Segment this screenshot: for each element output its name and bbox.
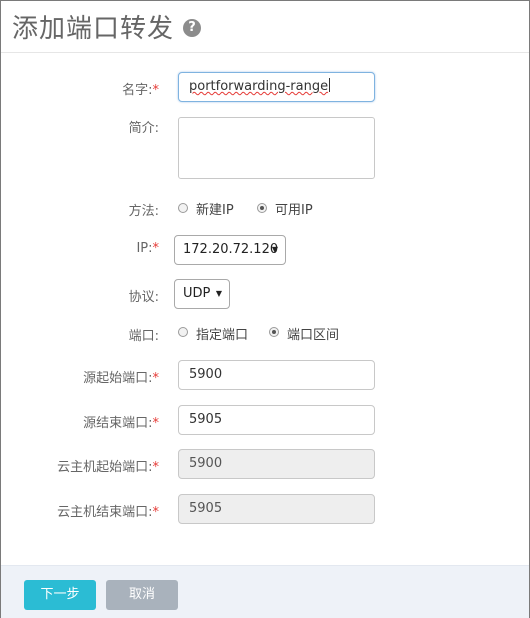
dialog-title: 添加端口转发 [12, 14, 175, 44]
vm-start-port-label: 云主机起始端口:* [57, 460, 159, 475]
method-radio-available-ip[interactable] [257, 203, 267, 213]
name-label: 名字:* [122, 83, 159, 98]
ip-label: IP:* [136, 241, 159, 256]
method-label: 方法: [128, 204, 159, 219]
port-option-range-label[interactable]: 端口区间 [287, 324, 339, 343]
vm-end-port-input: 5905 [178, 494, 375, 524]
next-button[interactable]: 下一步 [24, 580, 96, 610]
description-label: 简介: [128, 121, 159, 136]
text-caret [329, 78, 331, 92]
question-circle-icon[interactable]: ? [183, 19, 201, 37]
port-radio-range[interactable] [269, 327, 279, 337]
source-end-port-input[interactable]: 5905 [178, 405, 375, 435]
method-option-new-ip-label[interactable]: 新建IP [196, 199, 234, 218]
ip-select[interactable]: 172.20.72.120 ▼ [174, 235, 286, 265]
dialog-footer: 下一步 取消 [1, 565, 529, 618]
name-input[interactable]: portforwarding-range [178, 72, 375, 102]
protocol-label: 协议: [128, 290, 159, 305]
add-port-forwarding-dialog: 添加端口转发 ? 名字:* portforwarding-range 简介: 方… [0, 0, 530, 618]
description-textarea[interactable] [178, 117, 375, 179]
ip-select-value: 172.20.72.120 [183, 242, 279, 257]
source-end-port-label: 源结束端口:* [83, 416, 159, 431]
source-start-port-input[interactable]: 5900 [178, 360, 375, 390]
port-radio-specific[interactable] [178, 327, 188, 337]
name-input-value: portforwarding-range [189, 79, 329, 94]
method-radio-new-ip[interactable] [178, 203, 188, 213]
vm-end-port-label: 云主机结束端口:* [57, 505, 159, 520]
port-option-specific-label[interactable]: 指定端口 [196, 324, 248, 343]
cancel-button[interactable]: 取消 [106, 580, 178, 610]
protocol-select[interactable]: UDP ▼ [174, 279, 230, 309]
source-start-port-label: 源起始端口:* [83, 371, 159, 386]
vm-start-port-input: 5900 [178, 449, 375, 479]
caret-down-icon: ▼ [271, 245, 278, 254]
port-label: 端口: [128, 329, 159, 344]
method-option-available-ip-label[interactable]: 可用IP [275, 199, 313, 218]
dialog-header: 添加端口转发 ? [1, 1, 529, 53]
caret-down-icon: ▼ [215, 289, 222, 298]
protocol-select-value: UDP [183, 286, 211, 301]
